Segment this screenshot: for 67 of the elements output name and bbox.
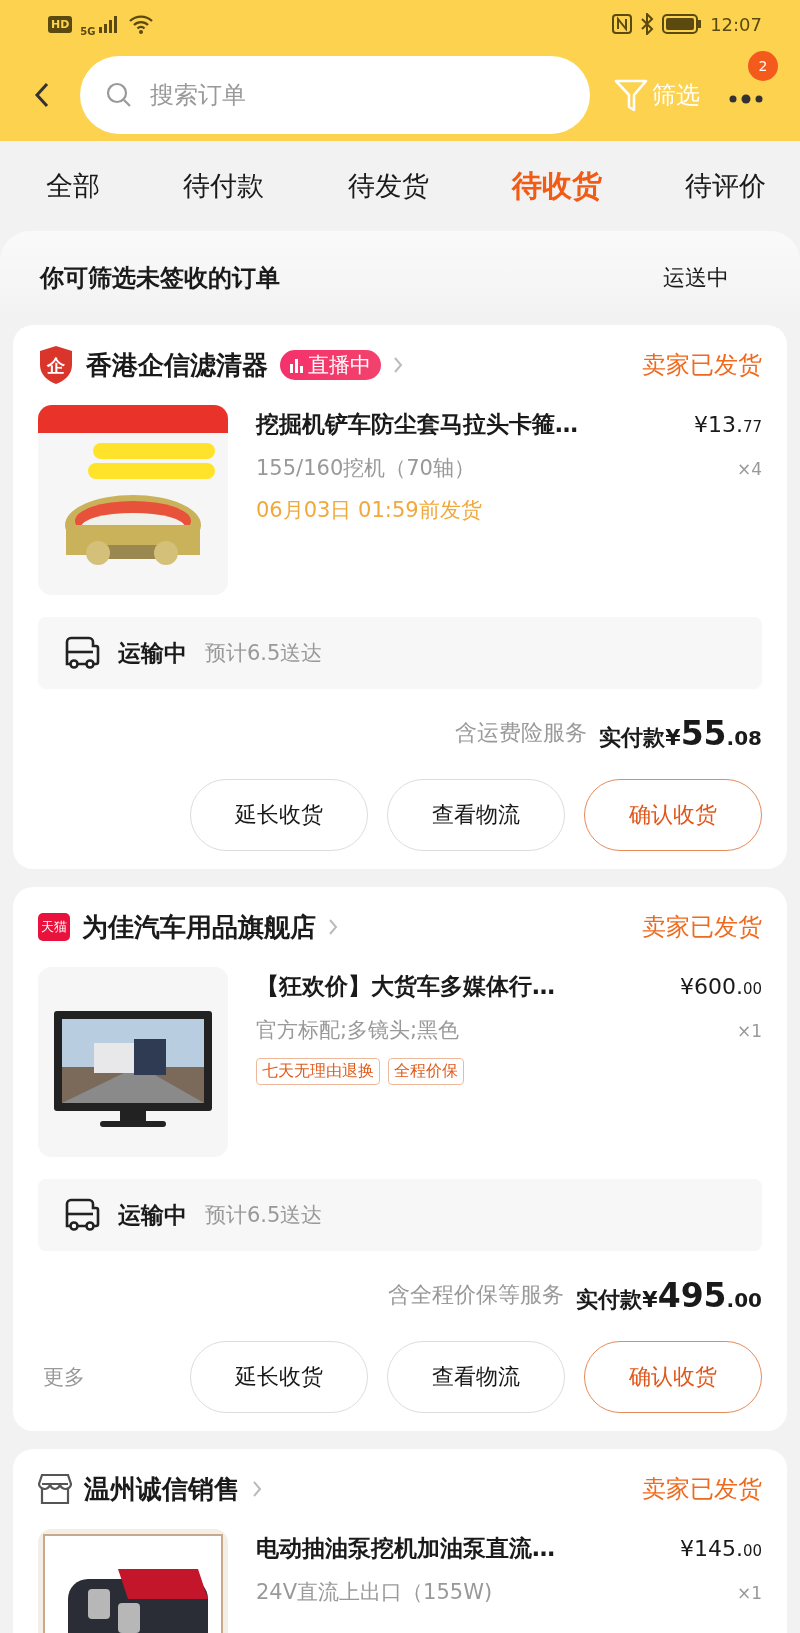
order-action-button[interactable]: 确认收货 — [584, 1341, 762, 1413]
signal-icon — [97, 15, 120, 33]
tab[interactable]: 全部 — [46, 168, 100, 204]
order-status: 卖家已发货 — [642, 1474, 762, 1505]
battery-icon — [662, 14, 703, 34]
order-action-button[interactable]: 确认收货 — [584, 779, 762, 851]
wifi-icon — [127, 14, 154, 34]
truck-icon — [64, 636, 100, 670]
bluetooth-icon — [640, 13, 655, 35]
item-price: ¥13.77 — [693, 412, 762, 437]
product-title[interactable]: 挖掘机铲车防尘套马拉头卡箍… — [256, 409, 578, 440]
product-spec: 24V直流上出口（155W) — [256, 1579, 493, 1606]
logistics-bar[interactable]: 运输中 预计6.5送达 — [38, 617, 762, 689]
nfc-icon — [612, 14, 633, 34]
service-tag: 全程价保 — [388, 1058, 464, 1085]
network-label: 5G — [80, 25, 96, 37]
quantity: ×1 — [736, 1583, 762, 1603]
logistics-status: 运输中 — [118, 638, 187, 668]
status-filter[interactable]: 运送中 — [663, 263, 729, 293]
shop-logo: 天猫 — [38, 913, 70, 941]
filter-icon — [614, 77, 648, 112]
quantity: ×4 — [736, 459, 762, 479]
item-price: ¥145.00 — [679, 1536, 762, 1561]
paid-total: 实付款¥55.08 — [599, 713, 762, 753]
store-icon — [38, 1473, 72, 1505]
shop-logo: 企 — [38, 345, 74, 385]
shop-name[interactable]: 温州诚信销售 — [84, 1471, 240, 1507]
search-field[interactable]: 搜索订单 — [80, 55, 590, 134]
order-action-button[interactable]: 查看物流 — [387, 1341, 565, 1413]
product-spec: 155/160挖机（70轴） — [256, 455, 475, 482]
filter-hint: 你可筛选未签收的订单 — [40, 263, 280, 294]
service-tag: 七天无理由退换 — [256, 1058, 380, 1085]
clock-time: 12:07 — [710, 13, 762, 35]
order-status: 卖家已发货 — [642, 350, 762, 381]
delivery-estimate: 预计6.5送达 — [205, 640, 323, 667]
product-spec: 官方标配;多镜头;黑色 — [256, 1017, 460, 1044]
live-bars-icon — [290, 357, 304, 373]
order-action-button[interactable]: 查看物流 — [387, 779, 565, 851]
quantity: ×1 — [736, 1021, 762, 1041]
truck-icon — [64, 1198, 100, 1232]
notification-badge: 2 — [748, 51, 778, 81]
service-note: 含运费险服务 — [455, 719, 588, 747]
paid-total: 实付款¥495.00 — [576, 1275, 762, 1315]
search-icon — [106, 81, 132, 108]
shop-name[interactable]: 为佳汽车用品旗舰店 — [82, 909, 316, 945]
ship-deadline: 06月03日 01:59前发货 — [256, 497, 483, 524]
chevron-icon — [252, 1480, 262, 1498]
logistics-status: 运输中 — [118, 1200, 187, 1230]
delivery-estimate: 预计6.5送达 — [205, 1202, 323, 1229]
logistics-bar[interactable]: 运输中 预计6.5送达 — [38, 1179, 762, 1251]
item-price: ¥600.00 — [679, 974, 762, 999]
back-icon[interactable] — [34, 81, 50, 108]
service-note: 含全程价保等服务 — [388, 1281, 565, 1309]
live-badge: 直播中 — [280, 350, 381, 380]
order-action-button[interactable]: 延长收货 — [190, 1341, 368, 1413]
order-action-button[interactable]: 延长收货 — [190, 779, 368, 851]
shop-name[interactable]: 香港企信滤清器 — [86, 347, 268, 383]
chevron-icon — [328, 918, 338, 936]
order-status: 卖家已发货 — [642, 912, 762, 943]
tab[interactable]: 待发货 — [347, 168, 429, 204]
hd-icon: HD — [48, 15, 73, 33]
more-icon[interactable] — [728, 94, 764, 104]
chevron-icon — [393, 356, 403, 374]
tab[interactable]: 待评价 — [685, 168, 766, 204]
product-title[interactable]: 电动抽油泵挖机加油泵直流… — [256, 1533, 555, 1564]
tab[interactable]: 待付款 — [183, 168, 265, 204]
product-title[interactable]: 【狂欢价】大货车多媒体行… — [256, 971, 555, 1002]
